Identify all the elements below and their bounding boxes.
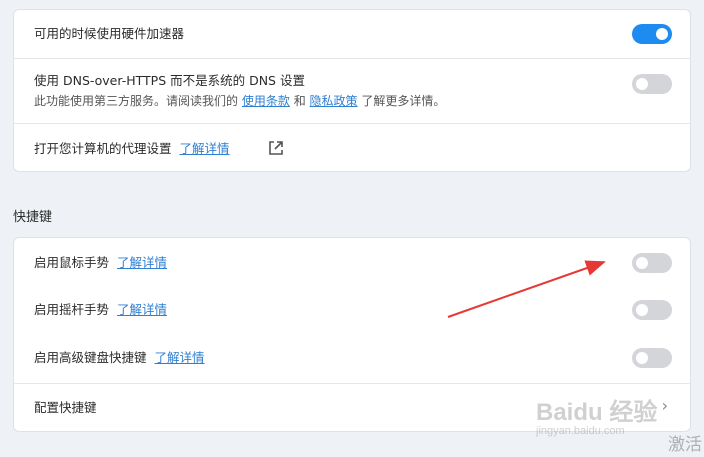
watermark-url: jingyan.baidu.com	[536, 425, 625, 437]
activate-watermark: 激活	[668, 435, 702, 454]
annotation-arrow	[447, 260, 606, 318]
baidu-watermark: Baidu 经验	[536, 399, 658, 426]
